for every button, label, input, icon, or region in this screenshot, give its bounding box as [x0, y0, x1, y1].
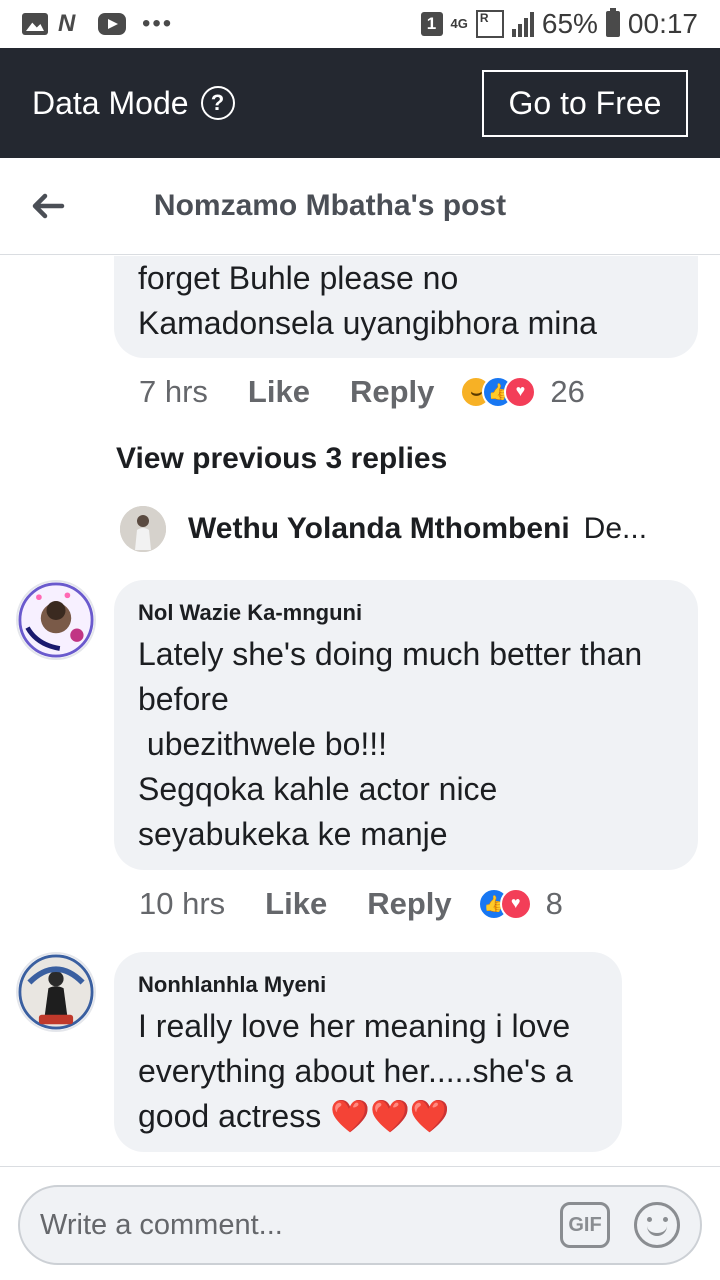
comment-input[interactable] — [40, 1208, 560, 1242]
reaction-summary[interactable]: ⌣ 👍 ♥ 26 — [460, 374, 585, 410]
data-mode-banner: Data Mode ? Go to Free — [0, 48, 720, 158]
like-button[interactable]: Like — [248, 374, 310, 410]
network-type: 4G — [450, 16, 468, 31]
comments-feed[interactable]: forget Buhle please no Kamadonsela uyang… — [0, 256, 720, 1166]
comment-time: 7 hrs — [139, 374, 208, 409]
gif-icon[interactable]: GIF — [560, 1202, 610, 1248]
roaming-icon: R — [475, 10, 504, 38]
person-photo-icon — [120, 506, 166, 552]
avatar[interactable] — [120, 506, 166, 552]
post-header: Nomzamo Mbatha's post — [0, 158, 720, 255]
comment-bubble: forget Buhle please no Kamadonsela uyang… — [114, 256, 698, 358]
battery-percent: 65% — [541, 8, 598, 39]
comment-box[interactable]: GIF — [18, 1185, 702, 1265]
comment-time: 10 hrs — [139, 886, 226, 921]
back-arrow-icon[interactable] — [28, 186, 68, 226]
reaction-summary[interactable]: 👍 ♥ 8 — [477, 886, 563, 922]
child-of-amen-frame-avatar-icon — [18, 954, 94, 1030]
notification-icons: N ••• — [22, 10, 174, 37]
like-button[interactable]: Like — [265, 886, 327, 922]
youtube-icon — [98, 13, 126, 35]
emoji-icon[interactable] — [634, 1202, 680, 1248]
clock: 00:17 — [627, 8, 698, 39]
love-reaction-icon: ♥ — [499, 888, 532, 920]
status-bar: N ••• 1 4G R 65% 00:17 — [0, 0, 720, 48]
help-icon[interactable]: ? — [200, 86, 235, 120]
sim-slot-icon: 1 — [420, 12, 443, 36]
reaction-count: 8 — [545, 886, 563, 921]
reaction-count: 26 — [550, 374, 585, 409]
gallery-icon — [22, 13, 48, 35]
view-previous-replies-link[interactable]: View previous 3 replies — [116, 442, 447, 476]
system-status: 1 4G R 65% 00:17 — [420, 8, 698, 40]
comment-composer: GIF — [0, 1166, 720, 1280]
signal-icon — [511, 11, 534, 37]
comment-text: I really love her meaning i love everyth… — [138, 1008, 582, 1134]
comment-actions: 10 hrs Like Reply 👍 ♥ 8 — [139, 886, 563, 922]
go-to-free-button[interactable]: Go to Free — [482, 69, 688, 137]
comment-text: Lately she's doing much better than befo… — [138, 636, 643, 852]
data-mode-label: Data Mode — [32, 84, 189, 121]
reply-snippet: De... — [583, 512, 648, 545]
comment-author[interactable]: Nonhlanhla Myeni — [138, 970, 598, 1000]
more-dots-icon: ••• — [142, 10, 174, 37]
reply-button[interactable]: Reply — [367, 886, 451, 922]
avatar[interactable] — [16, 952, 96, 1032]
comment-bubble: Nol Wazie Ka-mnguni Lately she's doing m… — [114, 580, 698, 870]
reply-preview[interactable]: Wethu Yolanda Mthombeni De... — [120, 506, 680, 552]
battery-icon — [605, 8, 620, 37]
love-reaction-icon: ♥ — [504, 376, 537, 408]
n-app-icon: N — [58, 10, 76, 37]
vaccinated-frame-avatar-icon — [18, 582, 94, 658]
comment-text: forget Buhle please no Kamadonsela uyang… — [138, 260, 597, 341]
avatar[interactable] — [16, 580, 96, 660]
comment-bubble: Nonhlanhla Myeni I really love her meani… — [114, 952, 622, 1152]
reply-author[interactable]: Wethu Yolanda Mthombeni — [188, 512, 570, 546]
comment-author[interactable]: Nol Wazie Ka-mnguni — [138, 598, 674, 628]
page-title: Nomzamo Mbatha's post — [153, 189, 507, 222]
comment-actions: 7 hrs Like Reply ⌣ 👍 ♥ 26 — [139, 374, 585, 410]
reply-button[interactable]: Reply — [350, 374, 434, 410]
